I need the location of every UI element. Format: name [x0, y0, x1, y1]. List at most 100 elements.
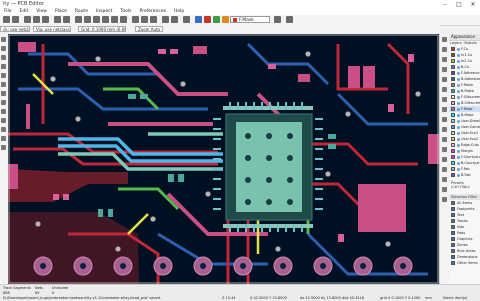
layer-pair-icon[interactable]: [274, 16, 281, 23]
zoom-objects-icon[interactable]: [111, 16, 118, 23]
add-rule-area-icon[interactable]: [442, 127, 447, 132]
rotate-ccw-icon[interactable]: [132, 16, 139, 23]
zoom-select[interactable]: Zoom Auto: [135, 26, 163, 32]
visibility-eye-icon[interactable]: [457, 149, 460, 153]
tab-layers[interactable]: Layers: [449, 41, 463, 46]
add-dimension-icon[interactable]: [442, 187, 447, 192]
add-footprint-icon[interactable]: [442, 67, 447, 72]
visibility-eye-icon[interactable]: [457, 113, 460, 117]
checkbox-icon[interactable]: [451, 213, 455, 217]
pcb-canvas[interactable]: [8, 34, 439, 284]
grid-select[interactable]: Grid: 0.1000 mm (0.0039 in): [78, 26, 126, 32]
print-icon[interactable]: [33, 16, 40, 23]
draw-line-icon[interactable]: [442, 137, 447, 142]
visibility-eye-icon[interactable]: [457, 65, 460, 69]
layer-color-swatch[interactable]: [451, 101, 455, 105]
minimize-icon[interactable]: –: [438, 0, 452, 8]
active-layer-select[interactable]: F.Mask: [230, 16, 270, 23]
add-via-icon[interactable]: [442, 107, 447, 112]
menu-edit[interactable]: Edit: [16, 8, 33, 15]
layer-color-swatch[interactable]: [451, 155, 455, 159]
high-contrast-icon[interactable]: [1, 136, 6, 141]
menu-tools[interactable]: Tools: [116, 8, 135, 15]
layer-row[interactable]: B.Fab: [449, 172, 480, 178]
board-setup-icon[interactable]: [3, 16, 10, 23]
route-track-icon[interactable]: [442, 77, 447, 82]
checkbox-icon[interactable]: [451, 255, 455, 259]
drc-markers-icon[interactable]: [1, 37, 6, 42]
plot-icon[interactable]: [42, 16, 49, 23]
via-outline-icon[interactable]: [1, 118, 6, 123]
layer-color-swatch[interactable]: [451, 59, 455, 63]
visibility-eye-icon[interactable]: [457, 59, 460, 63]
visibility-eye-icon[interactable]: [457, 125, 460, 129]
visibility-eye-icon[interactable]: [457, 95, 460, 99]
layer-color-swatch[interactable]: [451, 161, 455, 165]
checkbox-icon[interactable]: [451, 201, 455, 205]
visibility-eye-icon[interactable]: [457, 137, 460, 141]
layer-color-swatch[interactable]: [451, 173, 455, 177]
units-inch-icon[interactable]: [1, 64, 6, 69]
via-size-select[interactable]: Via: use netclass sizes: [33, 26, 71, 32]
visibility-eye-icon[interactable]: [457, 83, 460, 87]
menu-file[interactable]: File: [0, 8, 16, 15]
group-icon[interactable]: [162, 16, 169, 23]
add-zone-icon[interactable]: [442, 117, 447, 122]
tune-length-icon[interactable]: [442, 97, 447, 102]
delete-icon[interactable]: [442, 197, 447, 202]
local-ratsnest-icon[interactable]: [442, 57, 447, 62]
layer-color-swatch[interactable]: [451, 47, 455, 51]
layers-manager-icon[interactable]: [1, 145, 6, 150]
visibility-eye-icon[interactable]: [457, 167, 460, 171]
lock-icon[interactable]: [183, 16, 190, 23]
layer-color-swatch[interactable]: [451, 53, 455, 57]
track-outline-icon[interactable]: [1, 127, 6, 132]
layer-color-swatch[interactable]: [451, 143, 455, 147]
visibility-eye-icon[interactable]: [457, 107, 460, 111]
visibility-eye-icon[interactable]: [457, 119, 460, 123]
select-icon[interactable]: [442, 37, 447, 42]
visibility-eye-icon[interactable]: [457, 131, 460, 135]
menu-help[interactable]: Help: [170, 8, 188, 15]
layer-color-swatch[interactable]: [451, 125, 455, 129]
layer-color-swatch[interactable]: [451, 113, 455, 117]
footprint-browser-icon[interactable]: [204, 16, 211, 23]
menu-route[interactable]: Route: [71, 8, 92, 15]
visibility-eye-icon[interactable]: [457, 47, 460, 51]
highlight-net-icon[interactable]: [442, 47, 447, 52]
zoom-out-icon[interactable]: [93, 16, 100, 23]
layer-color-swatch[interactable]: [451, 83, 455, 87]
zoom-in-icon[interactable]: [84, 16, 91, 23]
add-text-icon[interactable]: [442, 177, 447, 182]
layer-color-swatch[interactable]: [451, 77, 455, 81]
menu-place[interactable]: Place: [51, 8, 71, 15]
save-icon[interactable]: [12, 16, 19, 23]
refresh-icon[interactable]: [75, 16, 82, 23]
layer-color-swatch[interactable]: [451, 71, 455, 75]
layer-color-swatch[interactable]: [451, 95, 455, 99]
track-width-select[interactable]: ck: use netclass width: [0, 26, 30, 32]
checkbox-icon[interactable]: [451, 261, 455, 265]
layer-color-swatch[interactable]: [451, 107, 455, 111]
draw-arc-icon[interactable]: [442, 147, 447, 152]
layer-color-swatch[interactable]: [451, 137, 455, 141]
close-icon[interactable]: ✕: [466, 0, 480, 8]
ratsnest-icon[interactable]: [1, 91, 6, 96]
scripting-icon[interactable]: [286, 16, 293, 23]
draw-rect-icon[interactable]: [442, 157, 447, 162]
visibility-eye-icon[interactable]: [457, 89, 460, 93]
filter-row[interactable]: Other items: [449, 260, 480, 266]
visibility-eye-icon[interactable]: [457, 53, 460, 57]
layer-color-swatch[interactable]: [451, 167, 455, 171]
checkbox-icon[interactable]: [451, 219, 455, 223]
checkbox-icon[interactable]: [451, 225, 455, 229]
menu-inspect[interactable]: Inspect: [92, 8, 116, 15]
visibility-eye-icon[interactable]: [457, 173, 460, 177]
units-mm-icon[interactable]: [1, 73, 6, 78]
zoom-fit-icon[interactable]: [102, 16, 109, 23]
visibility-eye-icon[interactable]: [457, 71, 460, 75]
visibility-eye-icon[interactable]: [457, 101, 460, 105]
cursor-icon[interactable]: [1, 82, 6, 87]
checkbox-icon[interactable]: [451, 231, 455, 235]
layer-color-swatch[interactable]: [451, 119, 455, 123]
